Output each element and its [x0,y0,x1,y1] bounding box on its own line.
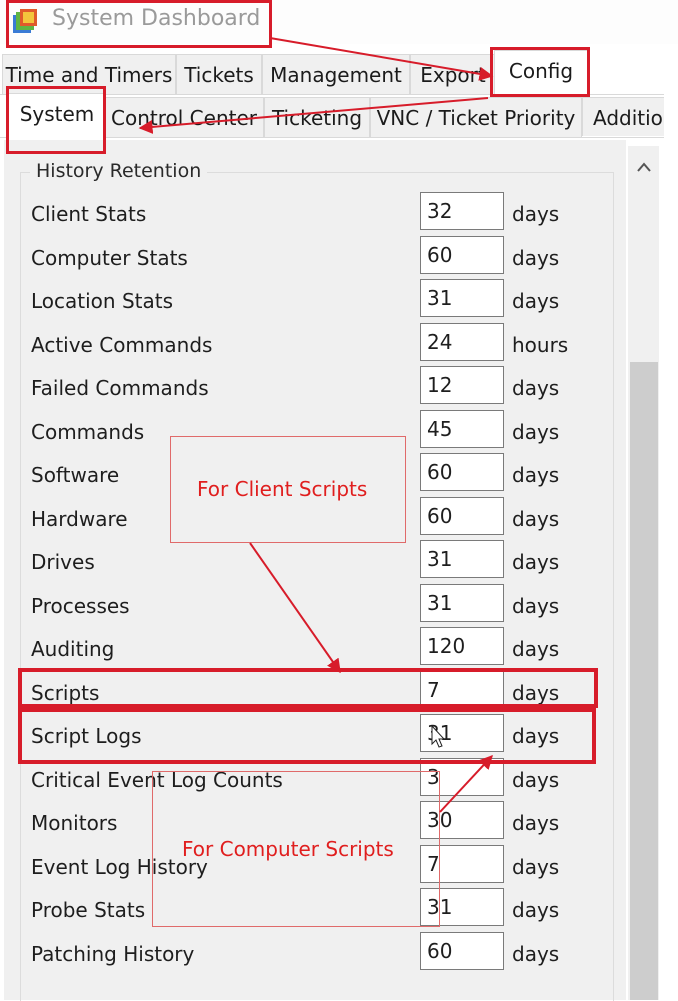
unit-active-commands: hours [512,333,569,357]
scrollbar-thumb[interactable] [630,362,658,1000]
group-legend: History Retention [30,160,208,182]
unit-failed-commands: days [512,376,560,400]
callout-computer-scripts: For Computer Scripts [182,837,394,861]
unit-probe-stats: days [512,898,560,922]
label-patching-history: Patching History [31,942,195,966]
tab-control-center[interactable]: Control Center [104,97,264,137]
active-commands-input[interactable] [420,323,504,361]
unit-patching-history: days [512,942,560,966]
label-software: Software [31,463,120,487]
highlight-script-logs-row [18,708,596,764]
label-monitors: Monitors [31,811,118,835]
computer-stats-input[interactable] [420,236,504,274]
label-client-stats: Client Stats [31,202,147,226]
scroll-up-icon[interactable] [628,146,659,186]
highlight-system-tab [6,86,106,154]
tab-ticketing[interactable]: Ticketing [264,97,370,137]
unit-software: days [512,463,560,487]
label-auditing: Auditing [31,637,115,661]
tab-tickets[interactable]: Tickets [176,54,262,94]
highlight-window-title [6,0,272,48]
unit-commands: days [512,420,560,444]
label-computer-stats: Computer Stats [31,246,188,270]
unit-client-stats: days [512,202,560,226]
patching-history-input[interactable] [420,932,504,970]
unit-location-stats: days [512,289,560,313]
label-drives: Drives [31,550,95,574]
software-input[interactable] [420,453,504,491]
tab-management[interactable]: Management [262,54,410,94]
tab-vnc-ticket-priority[interactable]: VNC / Ticket Priority [370,97,582,137]
label-active-commands: Active Commands [31,333,213,357]
callout-client-scripts: For Client Scripts [197,477,368,501]
unit-critical-event-log-counts: days [512,768,560,792]
highlight-scripts-row [18,668,598,708]
label-commands: Commands [31,420,145,444]
auditing-input[interactable] [420,627,504,665]
unit-computer-stats: days [512,246,560,270]
label-hardware: Hardware [31,507,128,531]
client-stats-input[interactable] [420,192,504,230]
drives-input[interactable] [420,540,504,578]
label-location-stats: Location Stats [31,289,174,313]
unit-hardware: days [512,507,560,531]
processes-input[interactable] [420,584,504,622]
unit-monitors: days [512,811,560,835]
unit-processes: days [512,594,560,618]
label-processes: Processes [31,594,130,618]
highlight-config-tab [490,47,590,97]
window-edge [664,44,678,1000]
failed-commands-input[interactable] [420,366,504,404]
unit-auditing: days [512,637,560,661]
commands-input[interactable] [420,410,504,448]
unit-event-log-history: days [512,855,560,879]
label-failed-commands: Failed Commands [31,376,209,400]
hardware-input[interactable] [420,497,504,535]
tab-export[interactable]: Export [410,54,496,94]
location-stats-input[interactable] [420,279,504,317]
label-probe-stats: Probe Stats [31,898,146,922]
unit-drives: days [512,550,560,574]
